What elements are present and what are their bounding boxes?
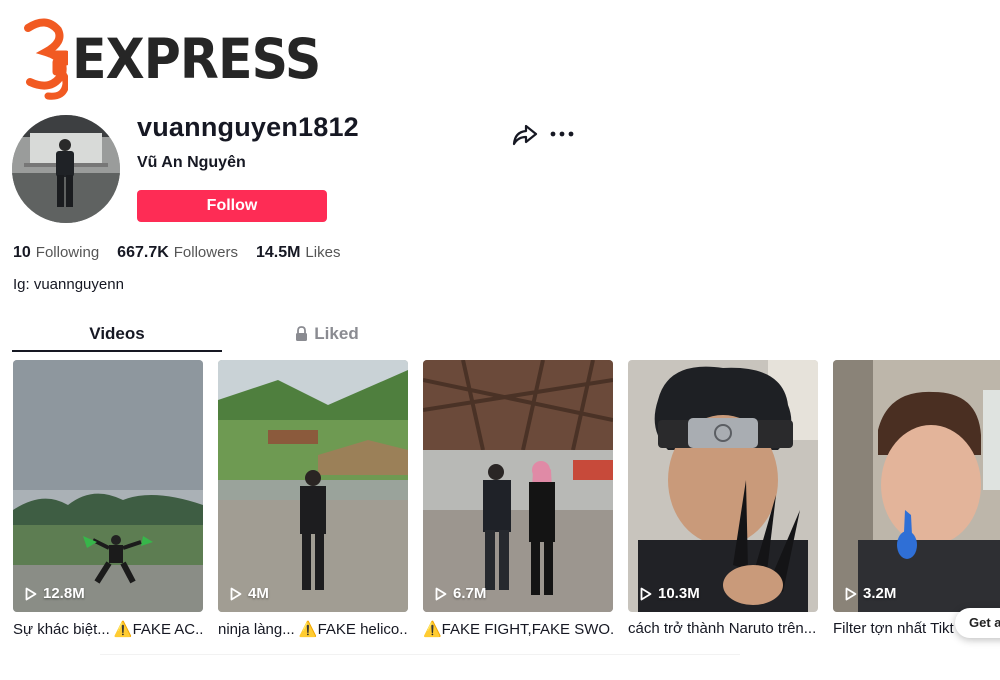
video-caption[interactable]: cách trở thành Naruto trên... — [628, 620, 818, 637]
video-card[interactable]: 4M ninja làng... ⚠️FAKE helico... — [218, 360, 408, 638]
logo-digits-mark — [24, 18, 68, 100]
divider — [100, 654, 740, 655]
video-caption[interactable]: Sự khác biệt... ⚠️FAKE AC... — [13, 620, 203, 638]
tab-videos-label: Videos — [89, 324, 145, 343]
lock-icon — [295, 322, 308, 350]
video-card[interactable]: 12.8M Sự khác biệt... ⚠️FAKE AC... — [13, 360, 203, 638]
view-count: 10.3M — [640, 585, 700, 602]
video-card[interactable]: 3.2M Filter tợn nhất Tikt — [833, 360, 1000, 637]
video-thumbnail[interactable]: 6.7M — [423, 360, 613, 612]
nickname: Vũ An Nguyên — [137, 154, 246, 171]
video-thumbnail[interactable]: 12.8M — [13, 360, 203, 612]
likes-label: Likes — [305, 244, 341, 261]
view-count-value: 12.8M — [43, 585, 85, 602]
view-count-value: 3.2M — [863, 585, 897, 602]
tab-liked-label: Liked — [314, 324, 359, 343]
video-grid: 12.8M Sự khác biệt... ⚠️FAKE AC... 4M ni… — [13, 360, 1000, 640]
get-app-button[interactable]: Get a — [955, 608, 1000, 638]
view-count-value: 6.7M — [453, 585, 487, 602]
follow-button[interactable]: Follow — [137, 190, 327, 222]
followers-count: 667.7K — [117, 244, 169, 261]
logo-text: EXPRESS — [72, 26, 321, 91]
view-count-value: 10.3M — [658, 585, 700, 602]
play-icon — [25, 587, 37, 600]
video-caption[interactable]: ⚠️FAKE FIGHT,FAKE SWO... — [423, 620, 613, 638]
play-icon — [435, 587, 447, 600]
view-count: 6.7M — [435, 585, 486, 602]
video-card[interactable]: 10.3M cách trở thành Naruto trên... — [628, 360, 818, 637]
site-logo[interactable]: EXPRESS — [22, 16, 342, 102]
bio: Ig: vuannguyenn — [13, 276, 124, 293]
tab-liked[interactable]: Liked — [222, 320, 432, 350]
username: vuannguyen1812 — [137, 112, 359, 142]
following-count: 10 — [13, 244, 31, 261]
play-icon — [845, 587, 857, 600]
following-label: Following — [35, 244, 100, 261]
view-count-value: 4M — [248, 585, 269, 602]
ellipsis-icon[interactable] — [548, 122, 576, 146]
play-icon — [230, 587, 242, 600]
play-icon — [640, 587, 652, 600]
avatar[interactable] — [12, 115, 120, 223]
video-thumbnail[interactable]: 10.3M — [628, 360, 818, 612]
followers-stat[interactable]: 667.7K Followers — [117, 244, 238, 262]
view-count: 3.2M — [845, 585, 896, 602]
likes-stat: 14.5M Likes — [256, 244, 341, 262]
active-tab-indicator — [12, 350, 222, 352]
following-stat[interactable]: 10 Following — [13, 244, 99, 262]
share-arrow-icon[interactable] — [512, 123, 538, 147]
tab-videos[interactable]: Videos — [12, 320, 222, 350]
video-caption[interactable]: ninja làng... ⚠️FAKE helico... — [218, 620, 408, 638]
video-thumbnail[interactable]: 4M — [218, 360, 408, 612]
view-count: 12.8M — [25, 585, 85, 602]
profile-tabs: Videos Liked — [12, 320, 432, 352]
video-card[interactable]: 6.7M ⚠️FAKE FIGHT,FAKE SWO... — [423, 360, 613, 638]
video-thumbnail[interactable]: 3.2M — [833, 360, 1000, 612]
profile-stats: 10 Following 667.7K Followers 14.5M Likes — [13, 244, 340, 262]
likes-count: 14.5M — [255, 244, 301, 261]
followers-label: Followers — [173, 244, 238, 261]
view-count: 4M — [230, 585, 269, 602]
